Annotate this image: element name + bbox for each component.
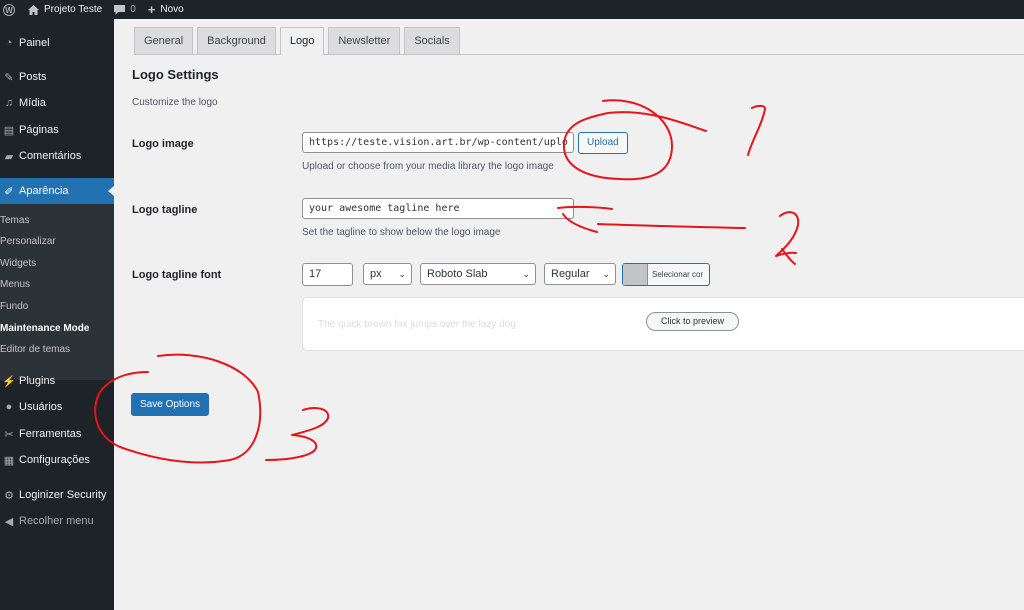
pages-icon: ▤	[3, 124, 15, 137]
sidebar-item-label: Recolher menu	[19, 515, 94, 527]
submenu-item-fundo[interactable]: Fundo	[0, 298, 28, 316]
page-title: Logo Settings	[132, 67, 219, 82]
sidebar-item-label: Painel	[19, 37, 50, 49]
font-preview-box: The quick brown fox jumps over the lazy …	[302, 297, 1024, 351]
sidebar-item-painel[interactable]: ◔ Painel	[0, 30, 114, 56]
sidebar-item-label: Mídia	[19, 97, 46, 109]
sidebar-item-usuarios[interactable]: ● Usuários	[0, 394, 114, 420]
submenu-item-menus[interactable]: Menus	[0, 276, 30, 294]
logo-image-description: Upload or choose from your media library…	[302, 161, 554, 172]
sidebar-item-configuracoes[interactable]: ▦ Configurações	[0, 447, 114, 473]
sidebar-item-label: Configurações	[19, 454, 90, 466]
users-icon: ●	[5, 401, 13, 413]
font-unit-value: px	[370, 268, 382, 280]
font-unit-select[interactable]: px ⌄	[363, 263, 412, 285]
brush-icon: ✐	[4, 185, 14, 198]
logo-tagline-description: Set the tagline to show below the logo i…	[302, 227, 501, 238]
sidebar-item-label: Páginas	[19, 124, 59, 136]
pin-icon: ✎	[4, 71, 14, 84]
wordpress-icon: W	[3, 3, 15, 16]
sidebar-item-ferramentas[interactable]: ✂ Ferramentas	[0, 421, 114, 447]
submenu-item-maintenance-mode[interactable]: Maintenance Mode	[0, 320, 89, 338]
comment-icon	[114, 4, 126, 15]
submenu-item-temas[interactable]: Temas	[0, 212, 29, 230]
save-options-button[interactable]: Save Options	[131, 393, 210, 416]
font-family-value: Roboto Slab	[427, 268, 488, 280]
tab-socials[interactable]: Socials	[404, 27, 460, 54]
comment-icon: ▰	[4, 150, 14, 163]
sidebar-item-aparencia[interactable]: ✐ Aparência	[0, 178, 114, 204]
color-swatch	[623, 264, 648, 285]
admin-bar: W Projeto Teste 0 + Novo	[0, 0, 1024, 19]
font-weight-value: Regular	[551, 268, 590, 280]
new-label: Novo	[160, 4, 184, 15]
page-subtitle: Customize the logo	[132, 97, 218, 108]
chevron-down-icon: ⌄	[602, 269, 610, 279]
submenu-item-editor-de-temas[interactable]: Editor de temas	[0, 341, 70, 359]
font-weight-select[interactable]: Regular ⌄	[544, 263, 616, 285]
tab-logo[interactable]: Logo	[279, 27, 325, 55]
upload-button[interactable]: Upload	[578, 132, 628, 154]
logo-tagline-label: Logo tagline	[132, 204, 198, 216]
sidebar-item-label: Aparência	[19, 185, 69, 197]
settings-icon: ▦	[3, 454, 15, 467]
comments-link[interactable]: 0	[108, 0, 142, 19]
wrench-icon: ✂	[4, 428, 14, 441]
gear-icon: ⚙	[4, 489, 14, 502]
logo-image-label: Logo image	[132, 138, 194, 150]
collapse-icon: ◀	[4, 515, 14, 528]
tab-newsletter[interactable]: Newsletter	[328, 27, 401, 54]
sidebar-item-comentarios[interactable]: ▰ Comentários	[0, 143, 114, 169]
submenu-item-widgets[interactable]: Widgets	[0, 255, 36, 273]
sidebar-item-label: Loginizer Security	[19, 489, 107, 501]
logo-image-url-input[interactable]: https://teste.vision.art.br/wp-content/u…	[302, 132, 574, 153]
plus-icon: +	[147, 2, 156, 17]
sidebar-item-label: Posts	[19, 71, 47, 83]
tab-background[interactable]: Background	[197, 27, 276, 54]
main-content: General Background Logo Newsletter Socia…	[114, 19, 1024, 610]
sidebar-item-label: Ferramentas	[19, 428, 82, 440]
settings-tabs: General Background Logo Newsletter Socia…	[134, 27, 460, 55]
sidebar-item-plugins[interactable]: ⚡ Plugins	[0, 368, 114, 394]
logo-tagline-font-label: Logo tagline font	[132, 269, 222, 281]
sidebar-item-loginizer-security[interactable]: ⚙ Loginizer Security	[0, 482, 114, 508]
home-icon	[28, 4, 39, 15]
font-family-select[interactable]: Roboto Slab ⌄	[420, 263, 536, 285]
dashboard-icon: ◔	[5, 37, 13, 49]
sidebar-item-posts[interactable]: ✎ Posts	[0, 64, 114, 90]
sidebar-item-paginas[interactable]: ▤ Páginas	[0, 117, 114, 143]
sidebar-item-label: Usuários	[19, 401, 63, 413]
plugin-icon: ⚡	[2, 375, 16, 388]
appearance-submenu: Temas Personalizar Widgets Menus Fundo M…	[0, 204, 114, 380]
submenu-item-personalizar[interactable]: Personalizar	[0, 233, 56, 251]
media-icon: ♫	[4, 97, 14, 109]
preview-text: The quick brown fox jumps over the lazy …	[318, 319, 516, 330]
chevron-down-icon: ⌄	[522, 269, 530, 279]
sidebar-item-midia[interactable]: ♫ Mídia	[0, 90, 114, 116]
site-name-link[interactable]: Projeto Teste	[22, 0, 108, 19]
wordpress-logo-button[interactable]: W	[0, 0, 22, 19]
chevron-down-icon: ⌄	[398, 269, 406, 279]
logo-tagline-input[interactable]: your awesome tagline here	[302, 198, 574, 219]
color-picker-button[interactable]: Selecionar cor	[622, 263, 710, 286]
admin-sidebar: ◔ Painel ✎ Posts ♫ Mídia ▤ Páginas ▰ Com…	[0, 19, 114, 610]
color-picker-label: Selecionar cor	[652, 270, 704, 279]
collapse-menu-button[interactable]: ◀ Recolher menu	[0, 508, 114, 534]
font-size-input[interactable]: 17	[302, 263, 353, 286]
comments-count: 0	[130, 4, 136, 15]
sidebar-item-label: Plugins	[19, 375, 56, 387]
click-to-preview-button[interactable]: Click to preview	[646, 312, 740, 331]
site-name: Projeto Teste	[44, 4, 103, 15]
new-content-link[interactable]: + Novo	[142, 0, 190, 19]
tab-general[interactable]: General	[134, 27, 194, 54]
sidebar-item-label: Comentários	[19, 150, 82, 162]
